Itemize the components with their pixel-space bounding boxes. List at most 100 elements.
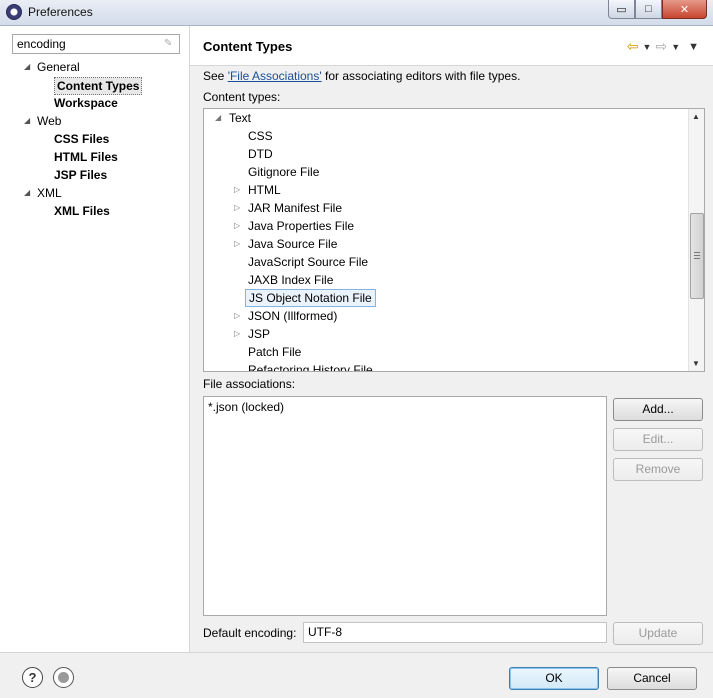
title-bar: Preferences ▭ □ ✕	[0, 0, 713, 26]
content-type-label: Refactoring History File	[248, 363, 373, 372]
file-associations-link[interactable]: 'File Associations'	[228, 69, 322, 83]
tree-item[interactable]: JSP Files	[0, 166, 190, 184]
content-type-item[interactable]: ▷ Java Properties File	[204, 217, 688, 235]
content-type-item[interactable]: ▷ JSP	[204, 325, 688, 343]
cancel-button[interactable]: Cancel	[607, 667, 697, 690]
file-associations-label: File associations:	[203, 377, 296, 391]
update-button[interactable]: Update	[613, 622, 703, 645]
collapsed-twisty-icon[interactable]: ▷	[234, 217, 240, 235]
maximize-button[interactable]: □	[635, 0, 662, 19]
content-type-item[interactable]: ▷ JAR Manifest File	[204, 199, 688, 217]
back-arrow-icon[interactable]: ⇦	[627, 38, 639, 55]
info-text: See 'File Associations' for associating …	[203, 69, 520, 83]
remove-button[interactable]: Remove	[613, 458, 703, 481]
content-type-label: JSON (Illformed)	[248, 309, 338, 323]
ok-button[interactable]: OK	[509, 667, 599, 690]
tree-item-label: CSS Files	[54, 132, 110, 146]
collapsed-twisty-icon[interactable]: ▷	[234, 235, 240, 253]
tree-item[interactable]: XML Files	[0, 202, 190, 220]
content-type-label: HTML	[248, 183, 281, 197]
content-type-item[interactable]: ▷ Java Source File	[204, 235, 688, 253]
content-type-label: JS Object Notation File	[245, 289, 376, 307]
window-controls: ▭ □ ✕	[608, 0, 707, 19]
scroll-thumb[interactable]	[690, 213, 704, 299]
filter-text: encoding	[17, 37, 66, 51]
content-type-item[interactable]: Patch File	[204, 343, 688, 361]
content-type-item[interactable]: JAXB Index File	[204, 271, 688, 289]
scroll-down-icon[interactable]: ▼	[692, 359, 700, 368]
history-nav: ⇦ ▼ ⇨ ▼ ▼	[627, 38, 699, 55]
content-types-tree[interactable]: ◢ Text CSS DTD Gitignore File ▷ HTML ▷ JAR Manif…	[203, 108, 705, 372]
content-type-item[interactable]: ▷ JSON (Illformed)	[204, 307, 688, 325]
content-type-label: Gitignore File	[248, 165, 320, 179]
tree-item-label: XML Files	[54, 204, 110, 218]
file-associations-list[interactable]: *.json (locked)	[203, 396, 607, 616]
close-button[interactable]: ✕	[662, 0, 707, 19]
content-types-label: Content types:	[203, 90, 281, 104]
content-type-item[interactable]: DTD	[204, 145, 688, 163]
content-type-label: JSP	[248, 327, 271, 341]
scroll-up-icon[interactable]: ▲	[692, 112, 700, 121]
content-type-item[interactable]: JS Object Notation File	[204, 289, 688, 307]
collapsed-twisty-icon[interactable]: ▷	[234, 307, 240, 325]
forward-dropdown-icon[interactable]: ▼	[671, 42, 680, 52]
tree-item[interactable]: CSS Files	[0, 130, 190, 148]
content-type-label: JavaScript Source File	[248, 255, 369, 269]
tree-item-label: HTML Files	[54, 150, 118, 164]
content-type-label: CSS	[248, 129, 273, 143]
tree-item[interactable]: ◢ Web	[0, 112, 190, 130]
page-title: Content Types	[203, 39, 293, 54]
content-type-label: Text	[229, 111, 252, 125]
tree-item-label: General	[37, 60, 80, 74]
tree-item[interactable]: ◢ General	[0, 58, 190, 76]
preferences-tree: ◢ General Content Types Workspace ◢ Web CSS Fi…	[0, 58, 190, 220]
content-type-item[interactable]: ◢ Text	[204, 109, 688, 127]
expanded-twisty-icon[interactable]: ◢	[24, 112, 34, 130]
back-dropdown-icon[interactable]: ▼	[643, 42, 652, 52]
content-type-label: Java Source File	[248, 237, 338, 251]
tree-item[interactable]: Content Types	[0, 76, 190, 95]
add-button[interactable]: Add...	[613, 398, 703, 421]
tree-item-label: Web	[37, 114, 62, 128]
content-type-item[interactable]: CSS	[204, 127, 688, 145]
collapsed-twisty-icon[interactable]: ▷	[234, 325, 240, 343]
tree-item-label: Workspace	[54, 96, 118, 110]
info-suffix: for associating editors with file types.	[321, 69, 521, 83]
default-encoding-label: Default encoding:	[203, 626, 297, 640]
import-export-icon[interactable]	[53, 667, 74, 688]
content-types-scrollbar[interactable]: ▲ ▼	[688, 109, 704, 371]
info-prefix: See	[203, 69, 228, 83]
collapsed-twisty-icon[interactable]: ▷	[234, 181, 240, 199]
collapsed-twisty-icon[interactable]: ▷	[234, 199, 240, 217]
forward-arrow-icon[interactable]: ⇨	[655, 38, 667, 55]
content-type-item[interactable]: Refactoring History File	[204, 361, 688, 372]
content-types-page: Content Types ⇦ ▼ ⇨ ▼ ▼ See 'File Associ…	[190, 26, 713, 652]
content-type-label: Java Properties File	[248, 219, 355, 233]
window-title: Preferences	[28, 5, 93, 19]
content-type-item[interactable]: Gitignore File	[204, 163, 688, 181]
tree-item[interactable]: Workspace	[0, 94, 190, 112]
page-header: Content Types ⇦ ▼ ⇨ ▼ ▼	[190, 26, 713, 66]
tree-item[interactable]: HTML Files	[0, 148, 190, 166]
tree-item[interactable]: ◢ XML	[0, 184, 190, 202]
content-type-item[interactable]: ▷ HTML	[204, 181, 688, 199]
content-type-item[interactable]: JavaScript Source File	[204, 253, 688, 271]
expanded-twisty-icon[interactable]: ◢	[24, 58, 34, 76]
clear-filter-icon[interactable]: ✎	[164, 38, 176, 50]
file-association-item[interactable]: *.json (locked)	[208, 399, 602, 415]
expanded-twisty-icon[interactable]: ◢	[215, 109, 221, 127]
default-encoding-input[interactable]: UTF-8	[303, 622, 607, 643]
content-type-label: DTD	[248, 147, 273, 161]
tree-item-label: XML	[37, 186, 62, 200]
filter-input[interactable]: encoding ✎	[12, 34, 180, 54]
help-icon[interactable]: ?	[22, 667, 43, 688]
expanded-twisty-icon[interactable]: ◢	[24, 184, 34, 202]
tree-item-label: Content Types	[54, 77, 143, 95]
edit-button[interactable]: Edit...	[613, 428, 703, 451]
eclipse-app-icon	[6, 4, 22, 20]
preferences-tree-pane: encoding ✎ ◢ General Content Types Workspac…	[0, 26, 190, 652]
view-menu-icon[interactable]: ▼	[688, 41, 699, 53]
minimize-button[interactable]: ▭	[608, 0, 635, 19]
content-type-label: JAXB Index File	[248, 273, 334, 287]
tree-item-label: JSP Files	[54, 168, 108, 182]
